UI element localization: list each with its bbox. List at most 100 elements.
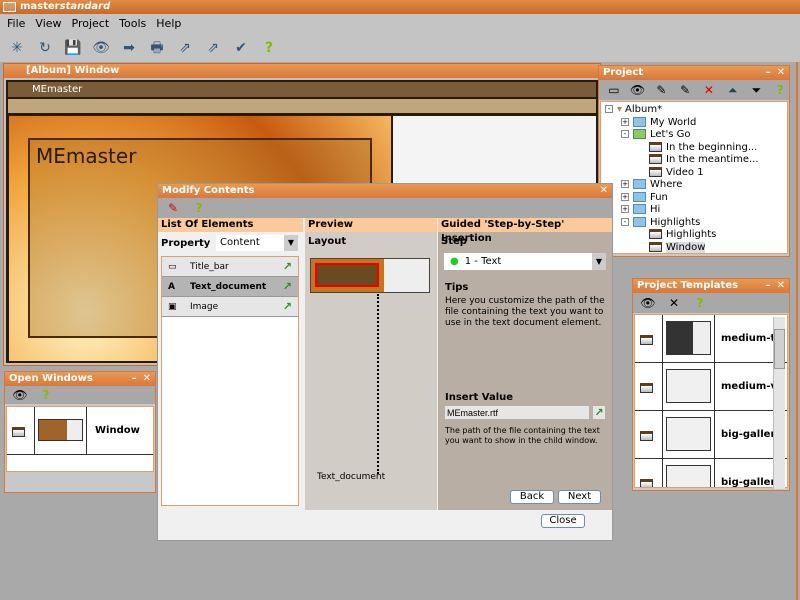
tree-item[interactable]: Video 1 (605, 166, 787, 180)
close-icon[interactable]: ✕ (143, 373, 151, 384)
delete-icon[interactable]: ✕ (700, 83, 718, 97)
close-icon[interactable]: ✕ (777, 67, 785, 78)
expand-icon[interactable]: + (621, 192, 629, 201)
go-arrow-icon[interactable]: ↗ (283, 260, 292, 273)
menu-view[interactable]: View (35, 14, 61, 34)
window-name: Window (95, 425, 140, 436)
element-item[interactable]: ▭ Title_bar ↗ (162, 257, 298, 277)
help-icon[interactable]: ? (37, 388, 55, 402)
go-arrow-icon[interactable]: ↗ (283, 300, 292, 313)
layout-label: Layout (308, 236, 347, 247)
publish-icon[interactable]: ⇗ (174, 41, 196, 55)
element-label: Title_bar (190, 261, 229, 272)
window-thumbnail (38, 419, 83, 441)
tree-item[interactable]: + Where (605, 179, 787, 192)
minimize-icon[interactable]: – (766, 280, 771, 291)
move-up-icon[interactable]: ⏶ (724, 83, 742, 97)
modify-contents-dialog: Modify Contents ✕ ✎? List Of Elements Pro… (157, 183, 613, 541)
tree-item[interactable]: Highlights (605, 229, 787, 242)
template-item[interactable]: big-gallery_ (635, 459, 787, 487)
preview-icon[interactable]: 👁 (11, 388, 29, 402)
tree-item[interactable]: + Hi (605, 204, 787, 217)
open-project-icon[interactable]: ↻ (34, 41, 56, 55)
tree-item[interactable]: - Let's Go (605, 129, 787, 142)
element-label: Text_document (190, 281, 267, 292)
insert-value-field[interactable] (445, 406, 589, 419)
close-icon[interactable]: ✕ (777, 280, 785, 291)
step-value: 1 - Text (464, 256, 502, 267)
app-title-italic: standard (59, 1, 111, 12)
save-icon[interactable]: 💾 (62, 41, 84, 55)
chevron-down-icon[interactable]: ▼ (284, 235, 298, 251)
tree-item-label: Fun (650, 191, 668, 203)
tree-item[interactable]: Window (605, 241, 787, 255)
menu-file[interactable]: File (7, 14, 25, 34)
template-name: medium-te (721, 333, 773, 344)
element-item[interactable]: A Text_document ↗ (162, 277, 298, 297)
element-item[interactable]: ▣ Image ↗ (162, 297, 298, 317)
edit-icon[interactable]: ✎ (653, 83, 671, 97)
delete-icon[interactable]: ✕ (665, 296, 683, 310)
new-window-icon[interactable]: ▭ (605, 83, 623, 97)
window-icon (640, 335, 653, 345)
tree-item[interactable]: - Highlights (605, 216, 787, 230)
collapse-icon[interactable]: - (605, 105, 613, 113)
template-item[interactable]: medium-vid (635, 363, 787, 411)
new-project-icon[interactable]: ✳ (6, 41, 28, 55)
template-thumbnail (666, 465, 711, 487)
help-icon[interactable]: ? (771, 83, 789, 97)
expand-icon[interactable]: + (621, 205, 629, 213)
template-thumbnail (666, 369, 711, 403)
preview-icon[interactable]: 👁 (90, 41, 112, 55)
minimize-icon[interactable]: – (766, 67, 771, 78)
edit-all-icon[interactable]: ✎ (676, 83, 694, 97)
template-thumbnail (666, 321, 711, 355)
menu-project[interactable]: Project (72, 14, 110, 34)
edit-icon[interactable]: ✎ (164, 201, 182, 215)
back-button[interactable]: Back (510, 490, 554, 504)
templates-scrollbar[interactable] (773, 317, 785, 489)
window-icon (640, 431, 653, 441)
publish-all-icon[interactable]: ⇗ (202, 41, 224, 55)
export-icon[interactable]: ➡ (118, 41, 140, 55)
print-icon[interactable]: 🖶 (146, 41, 168, 55)
validate-icon[interactable]: ✔ (230, 41, 252, 55)
tree-item[interactable]: + Fun (605, 191, 787, 205)
close-button[interactable]: Close (541, 514, 585, 528)
close-icon[interactable]: ✕ (600, 185, 608, 196)
template-item[interactable]: medium-te (635, 315, 787, 363)
menu-help[interactable]: Help (156, 14, 181, 34)
chevron-down-icon[interactable]: ▼ (592, 253, 606, 270)
app-title-bar: masterstandard (0, 0, 800, 14)
apply-arrow-icon[interactable]: ↗ (593, 406, 605, 419)
help-icon[interactable]: ? (691, 296, 709, 310)
templates-title: Project Templates (637, 280, 739, 291)
expand-icon[interactable]: + (621, 117, 629, 126)
property-select[interactable]: Content ▼ (216, 235, 298, 251)
tree-item[interactable]: In the meantime... (605, 154, 787, 167)
project-tree: - ▾ Album* + My World - Let's Go In the beginni… (600, 101, 788, 254)
move-down-icon[interactable]: ⏷ (748, 83, 766, 97)
minimize-icon[interactable]: – (132, 373, 137, 384)
step-select[interactable]: ● 1 - Text ▼ (444, 253, 606, 270)
project-templates-panel: Project Templates–✕ 👁✕? medium-temedium-… (632, 278, 790, 491)
preview-icon[interactable]: 👁 (629, 83, 647, 97)
folder-icon (633, 191, 646, 202)
app-logo-icon (3, 2, 16, 12)
menu-tools[interactable]: Tools (119, 14, 146, 34)
collapse-icon[interactable]: - (621, 130, 629, 138)
collapse-icon[interactable]: - (621, 217, 629, 226)
tree-item[interactable]: + My World (605, 116, 787, 130)
go-arrow-icon[interactable]: ↗ (283, 280, 292, 293)
element-list: ▭ Title_bar ↗ A Text_document ↗ ▣ Image ↗ (161, 256, 299, 506)
next-button[interactable]: Next (558, 490, 601, 504)
preview-icon[interactable]: 👁 (639, 296, 657, 310)
template-item[interactable]: big-gallery_ (635, 411, 787, 459)
help-icon[interactable]: ? (190, 201, 208, 215)
list-item[interactable]: Window (7, 407, 153, 455)
tree-item[interactable]: In the beginning... (605, 141, 787, 155)
tree-item[interactable]: - ▾ Album* (605, 104, 787, 117)
expand-icon[interactable]: + (621, 180, 629, 188)
help-icon[interactable]: ? (258, 41, 280, 55)
tips-label: Tips (445, 282, 469, 293)
